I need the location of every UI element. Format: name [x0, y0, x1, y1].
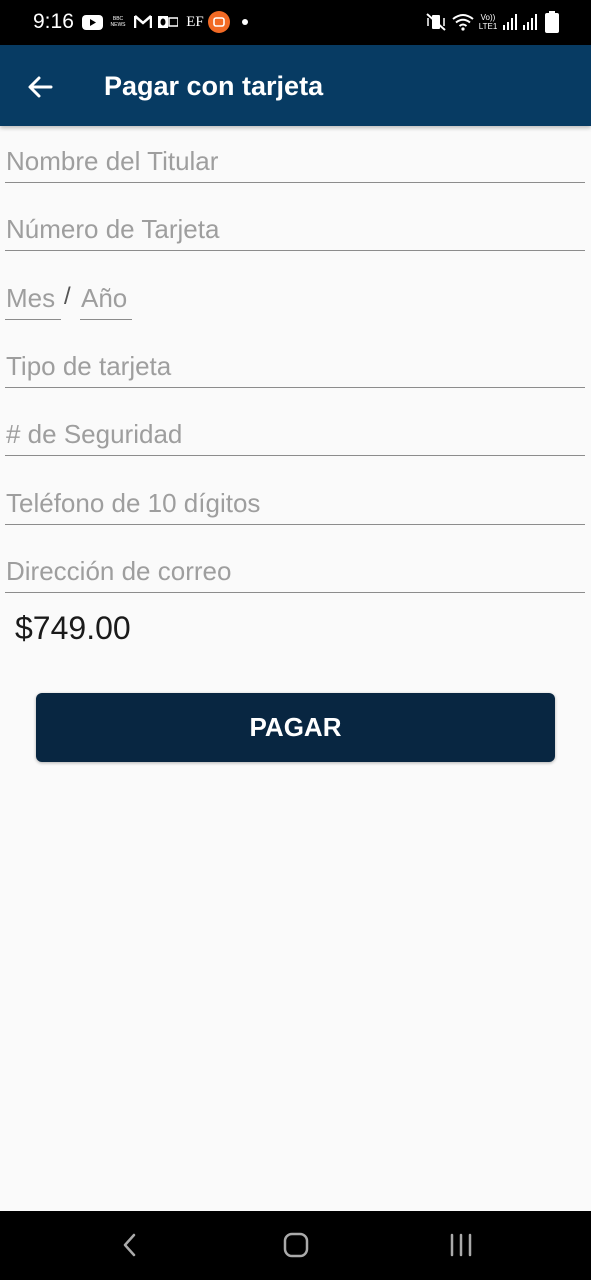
- youtube-icon: [81, 11, 103, 33]
- email-field: [5, 550, 585, 593]
- app-bar: Pagar con tarjeta: [0, 45, 591, 126]
- month-field: [5, 277, 61, 320]
- holder-name-field: [5, 140, 585, 183]
- outlook-icon: [158, 11, 178, 33]
- nav-back-button[interactable]: [100, 1225, 160, 1265]
- nav-back-icon: [123, 1233, 136, 1257]
- more-notifications-dot: [240, 11, 250, 33]
- signal-icon-2: [522, 11, 538, 33]
- volte-icon: Vo)) LTE1: [478, 13, 498, 31]
- signal-icon: [502, 11, 518, 33]
- year-field: [80, 277, 132, 320]
- nav-home-button[interactable]: [266, 1225, 326, 1265]
- status-time: 9:16: [33, 10, 74, 33]
- vibrate-mute-icon: [425, 11, 447, 33]
- battery-icon: [544, 11, 560, 33]
- status-bar: 9:16 BBC NEWS EF Vo)) LTE1: [0, 0, 591, 45]
- bbc-news-icon: BBC NEWS: [108, 11, 128, 33]
- system-nav-bar: [0, 1211, 591, 1280]
- app-notification-icon: [208, 11, 230, 33]
- payment-amount: $749.00: [15, 610, 131, 646]
- security-code-input[interactable]: [5, 413, 585, 455]
- wifi-icon: [451, 11, 475, 33]
- pay-button[interactable]: PAGAR: [36, 693, 555, 762]
- card-number-input[interactable]: [5, 208, 585, 250]
- card-number-field: [5, 208, 585, 251]
- month-input[interactable]: [5, 277, 61, 319]
- holder-name-input[interactable]: [5, 140, 585, 182]
- phone-field: [5, 482, 585, 525]
- nav-home-icon: [283, 1232, 309, 1258]
- year-input[interactable]: [80, 277, 132, 319]
- card-type-input[interactable]: [5, 345, 585, 387]
- ef-icon: EF: [186, 13, 204, 30]
- nav-recents-icon: [450, 1233, 472, 1257]
- page-title: Pagar con tarjeta: [104, 71, 324, 101]
- arrow-back-icon: [28, 76, 53, 98]
- date-separator: /: [64, 283, 71, 310]
- security-code-field: [5, 413, 585, 456]
- card-type-field: [5, 345, 585, 388]
- phone-input[interactable]: [5, 482, 585, 524]
- nav-recents-button[interactable]: [431, 1225, 491, 1265]
- back-button[interactable]: [18, 65, 62, 109]
- gmail-icon: [133, 11, 153, 33]
- email-input[interactable]: [5, 550, 585, 592]
- bbc-news-label: BBC NEWS: [110, 16, 126, 28]
